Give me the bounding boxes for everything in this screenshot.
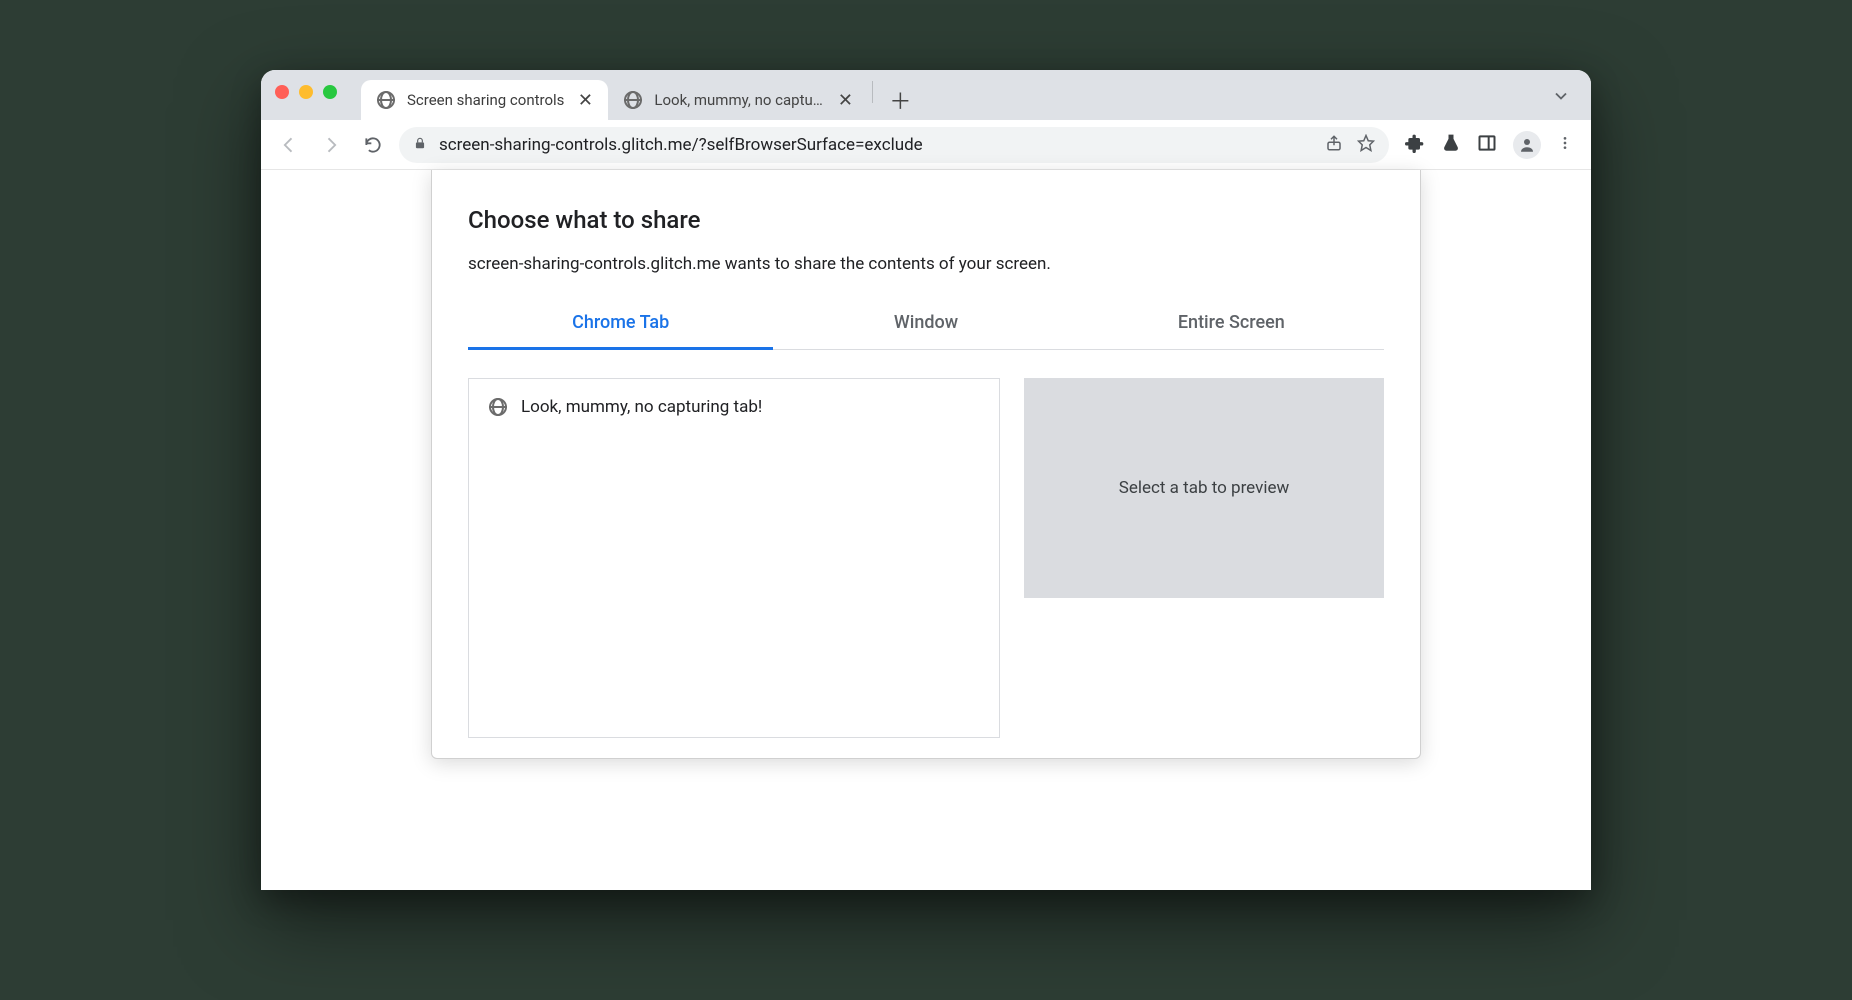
- lock-icon: [413, 135, 427, 154]
- profile-avatar[interactable]: [1513, 131, 1541, 159]
- preview-placeholder-text: Select a tab to preview: [1119, 478, 1290, 498]
- window-minimize[interactable]: [299, 85, 313, 99]
- labs-icon[interactable]: [1441, 133, 1461, 157]
- window-controls: [275, 70, 337, 120]
- dialog-subtitle: screen-sharing-controls.glitch.me wants …: [468, 254, 1384, 274]
- dialog-tabs: Chrome Tab Window Entire Screen: [468, 298, 1384, 350]
- browser-toolbar: screen-sharing-controls.glitch.me/?selfB…: [261, 120, 1591, 170]
- share-tab-window[interactable]: Window: [773, 298, 1078, 350]
- browser-tab-active[interactable]: Screen sharing controls ✕: [361, 80, 608, 120]
- preview-placeholder: Select a tab to preview: [1024, 378, 1384, 598]
- globe-icon: [377, 91, 395, 109]
- dialog-title: Choose what to share: [468, 206, 1384, 234]
- tab-title: Screen sharing controls: [407, 91, 564, 109]
- browser-window: Screen sharing controls ✕ Look, mummy, n…: [261, 70, 1591, 890]
- side-panel-icon[interactable]: [1477, 133, 1497, 157]
- tab-title: Look, mummy, no capturing tab: [654, 91, 824, 109]
- reload-button[interactable]: [357, 129, 389, 161]
- back-button[interactable]: [273, 129, 305, 161]
- preview-panel: Select a tab to preview: [1024, 378, 1384, 738]
- close-icon[interactable]: ✕: [836, 91, 854, 109]
- address-bar[interactable]: screen-sharing-controls.glitch.me/?selfB…: [399, 127, 1389, 163]
- extension-icons: [1399, 131, 1579, 159]
- window-close[interactable]: [275, 85, 289, 99]
- tab-strip: Screen sharing controls ✕ Look, mummy, n…: [261, 70, 1591, 120]
- tab-list-item[interactable]: Look, mummy, no capturing tab!: [483, 393, 985, 421]
- page-content: Choose what to share screen-sharing-cont…: [261, 170, 1591, 890]
- url-text: screen-sharing-controls.glitch.me/?selfB…: [439, 135, 923, 155]
- browser-tab[interactable]: Look, mummy, no capturing tab ✕: [608, 80, 868, 120]
- tab-list-item-label: Look, mummy, no capturing tab!: [521, 397, 762, 417]
- globe-icon: [489, 398, 507, 416]
- new-tab-button[interactable]: ＋: [885, 85, 915, 115]
- dialog-body: Look, mummy, no capturing tab! Select a …: [468, 378, 1384, 738]
- menu-icon[interactable]: [1557, 135, 1573, 155]
- close-icon[interactable]: ✕: [576, 91, 594, 109]
- share-icon[interactable]: [1325, 134, 1343, 156]
- tab-search-button[interactable]: [1545, 80, 1577, 112]
- star-icon[interactable]: [1357, 134, 1375, 156]
- omnibox-actions: [1325, 134, 1375, 156]
- window-maximize[interactable]: [323, 85, 337, 99]
- forward-button[interactable]: [315, 129, 347, 161]
- share-tab-chrome-tab[interactable]: Chrome Tab: [468, 298, 773, 350]
- tab-separator: [872, 81, 873, 103]
- share-dialog: Choose what to share screen-sharing-cont…: [431, 170, 1421, 759]
- globe-icon: [624, 91, 642, 109]
- share-tab-entire-screen[interactable]: Entire Screen: [1079, 298, 1384, 350]
- extensions-icon[interactable]: [1405, 133, 1425, 157]
- tab-list: Look, mummy, no capturing tab!: [468, 378, 1000, 738]
